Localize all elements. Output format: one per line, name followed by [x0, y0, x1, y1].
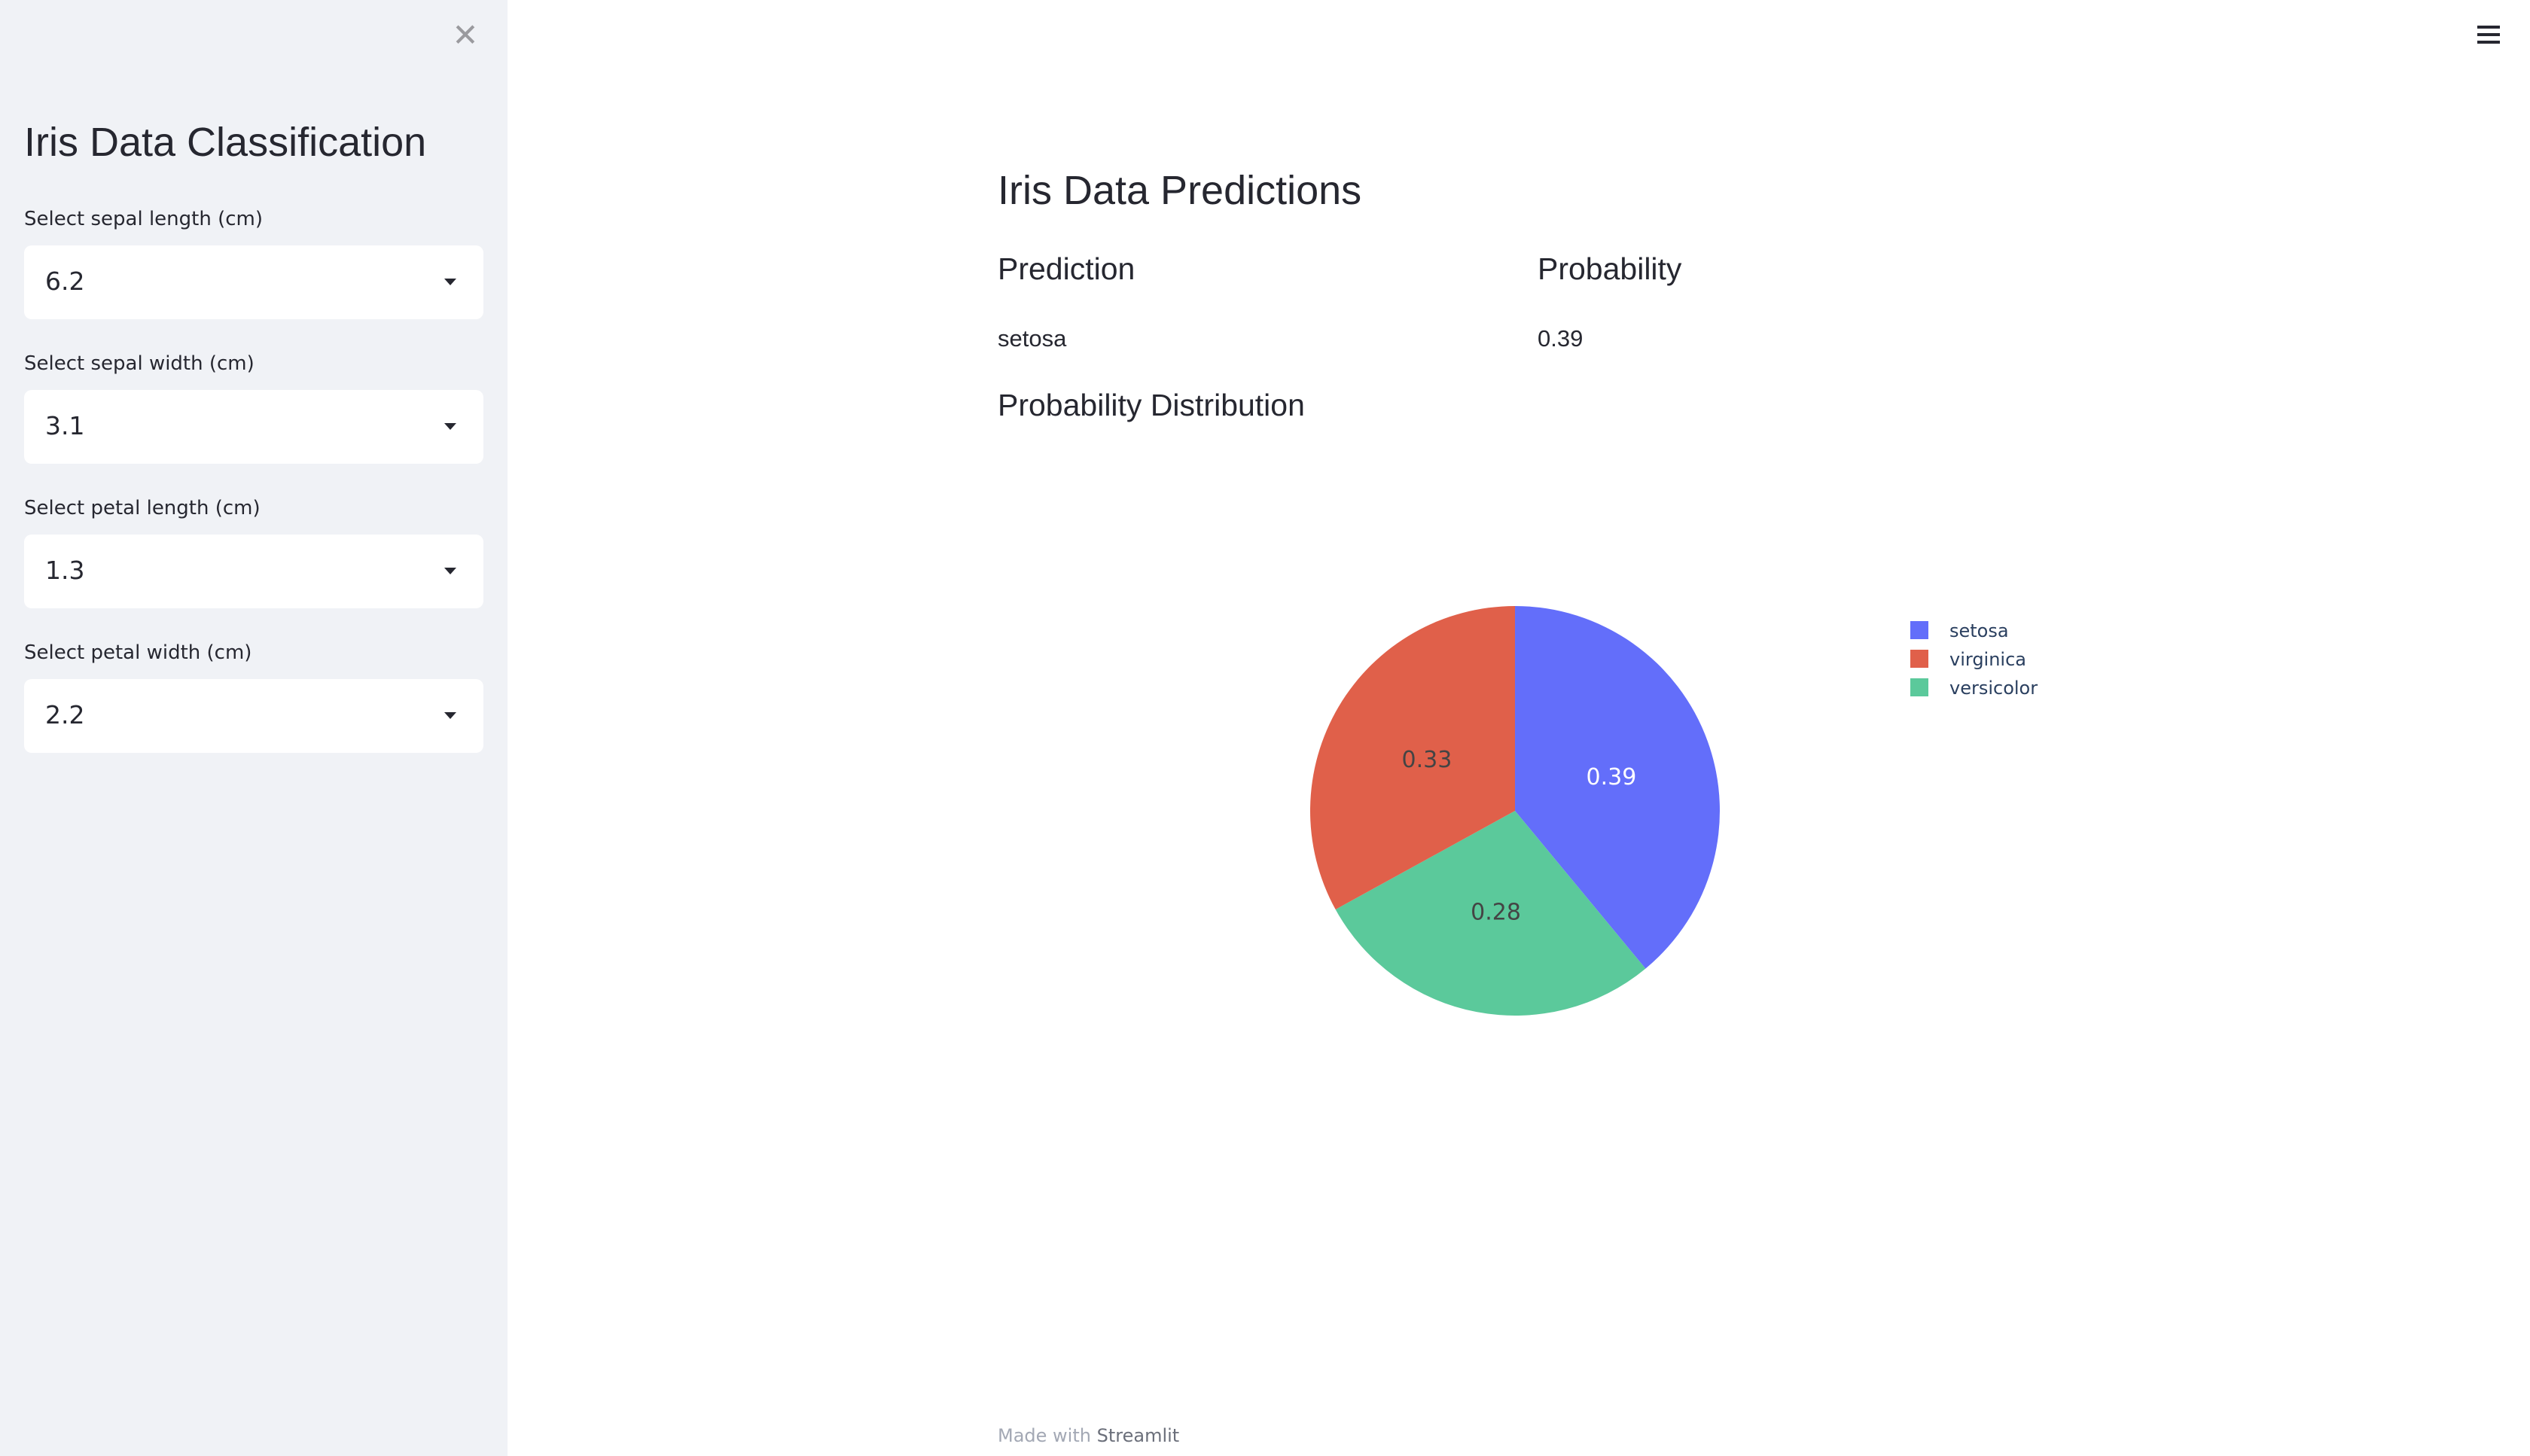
legend-label: versicolor [1949, 678, 2038, 699]
pie-chart: 0.39 0.28 0.33 setosa virginica versicolor [1310, 606, 2038, 1016]
petal-width-select[interactable]: 2.2 [24, 679, 483, 753]
page-title: Iris Data Predictions [998, 168, 1362, 213]
distribution-title: Probability Distribution [998, 388, 1305, 422]
petal-length-select[interactable]: 1.3 [24, 535, 483, 608]
legend-swatch [1910, 621, 1928, 639]
legend-label: setosa [1949, 620, 2009, 641]
petal-length-value: 1.3 [45, 556, 85, 585]
sidebar: ✕ Iris Data Classification Select sepal … [0, 0, 508, 1456]
sepal-length-label: Select sepal length (cm) [24, 208, 263, 230]
petal-width-value: 2.2 [45, 700, 85, 730]
legend-swatch [1910, 678, 1928, 696]
chevron-down-icon [444, 423, 456, 430]
close-icon: ✕ [452, 16, 479, 53]
petal-length-label: Select petal length (cm) [24, 497, 261, 519]
prediction-value: setosa [998, 325, 1067, 352]
chevron-down-icon [444, 712, 456, 719]
close-sidebar-button[interactable]: ✕ [450, 16, 480, 53]
footer: Made with Streamlit [998, 1425, 1179, 1446]
sidebar-title: Iris Data Classification [24, 120, 427, 165]
pie-label-setosa: 0.39 [1587, 764, 1637, 790]
sepal-width-select[interactable]: 3.1 [24, 390, 483, 464]
legend-swatch [1910, 650, 1928, 668]
legend-item-versicolor[interactable]: versicolor [1910, 678, 2038, 699]
sepal-width-value: 3.1 [45, 411, 85, 440]
legend-item-setosa[interactable]: setosa [1910, 620, 2009, 641]
probability-header: Probability [1538, 251, 1682, 286]
footer-prefix: Made with [998, 1425, 1091, 1446]
sepal-width-label: Select sepal width (cm) [24, 352, 255, 375]
streamlit-link[interactable]: Streamlit [1097, 1425, 1180, 1446]
legend-item-virginica[interactable]: virginica [1910, 649, 2026, 670]
probability-value: 0.39 [1538, 325, 1584, 352]
legend-label: virginica [1949, 649, 2026, 670]
sepal-length-value: 6.2 [45, 267, 85, 296]
chevron-down-icon [444, 568, 456, 574]
petal-width-label: Select petal width (cm) [24, 641, 252, 664]
pie-label-virginica: 0.33 [1402, 747, 1452, 773]
pie-label-versicolor: 0.28 [1471, 900, 1521, 926]
hamburger-menu-icon[interactable] [2477, 26, 2500, 48]
chevron-down-icon [444, 279, 456, 285]
prediction-header: Prediction [998, 251, 1135, 286]
sepal-length-select[interactable]: 6.2 [24, 245, 483, 319]
